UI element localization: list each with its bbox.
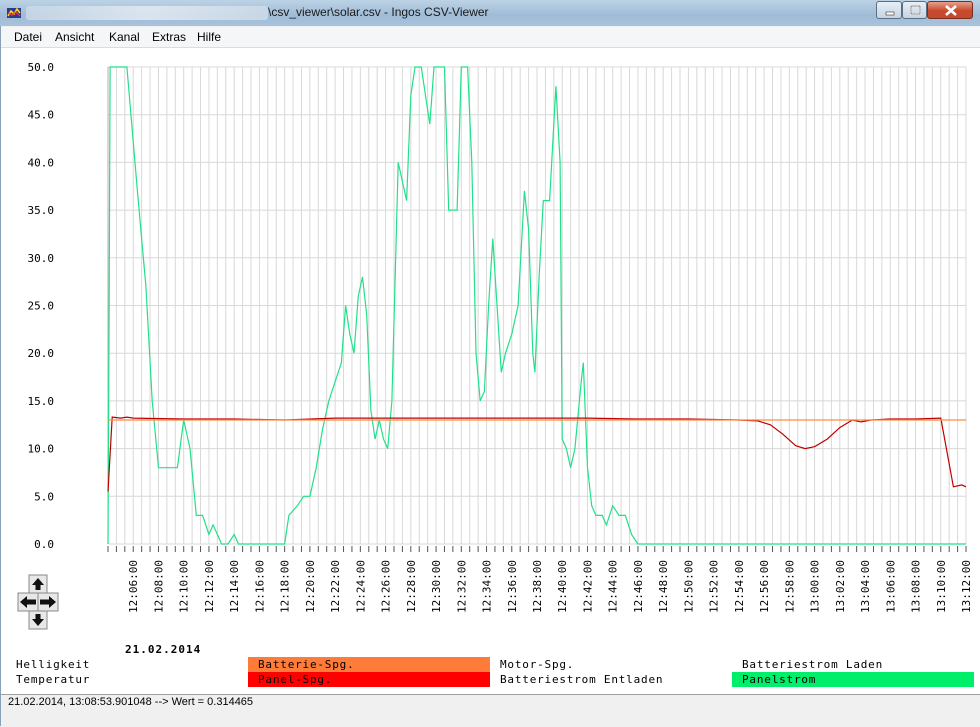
y-tick-label: 0.0 [34, 538, 54, 551]
arrow-left-icon[interactable] [17, 592, 39, 612]
y-tick-label: 20.0 [28, 347, 55, 360]
title-bar[interactable]: \csv_viewer\solar.csv - Ingos CSV-Viewer [0, 0, 980, 26]
legend-temperatur[interactable]: Temperatur [6, 672, 242, 687]
line-chart[interactable]: 0.0 5.0 10.0 15.0 20.0 25.0 30.0 35.0 40.0 45.0 50… [0, 48, 980, 694]
x-tick-label: 13:06:00 [884, 560, 897, 613]
x-tick-label: 12:10:00 [178, 560, 191, 613]
x-tick-label: 12:18:00 [279, 560, 292, 613]
x-tick-label: 12:20:00 [304, 560, 317, 613]
close-button[interactable] [927, 1, 973, 19]
y-tick-label: 25.0 [28, 300, 55, 313]
plot-area[interactable]: 0.0 5.0 10.0 15.0 20.0 25.0 30.0 35.0 40.0 45.0 50… [0, 48, 980, 694]
arrow-up-icon[interactable] [28, 574, 48, 594]
menu-ansicht[interactable]: Ansicht [55, 30, 94, 44]
x-tick-label: 12:50:00 [682, 560, 695, 613]
y-tick-label: 50.0 [28, 61, 55, 74]
date-label: 21.02.2014 [125, 643, 201, 656]
navigation-arrows [16, 573, 60, 635]
y-tick-label: 40.0 [28, 156, 55, 169]
x-tick-label: 12:28:00 [405, 560, 418, 613]
x-tick-label: 12:48:00 [657, 560, 670, 613]
x-tick-label: 12:06:00 [127, 560, 140, 613]
window-title: \csv_viewer\solar.csv - Ingos CSV-Viewer [268, 5, 489, 19]
x-tick-label: 12:34:00 [481, 560, 494, 613]
y-tick-label: 30.0 [28, 252, 55, 265]
x-tick-label: 12:40:00 [556, 560, 569, 613]
y-tick-label: 15.0 [28, 395, 55, 408]
arrow-right-icon[interactable] [37, 592, 59, 612]
x-tick-label: 12:30:00 [430, 560, 443, 613]
x-tick-label: 12:44:00 [607, 560, 620, 613]
x-tick-label: 12:52:00 [708, 560, 721, 613]
menu-kanal[interactable]: Kanal [109, 30, 140, 44]
y-tick-label: 35.0 [28, 204, 55, 217]
legend-batteriestrom-laden[interactable]: Batteriestrom Laden [732, 657, 974, 672]
x-tick-label: 12:12:00 [203, 560, 216, 613]
x-tick-label: 13:10:00 [935, 560, 948, 613]
arrow-down-icon[interactable] [28, 610, 48, 630]
x-tick-label: 12:14:00 [228, 560, 241, 613]
x-tick-label: 12:42:00 [581, 560, 594, 613]
app-icon [7, 7, 21, 18]
legend-panelstrom[interactable]: Panelstrom [732, 672, 974, 687]
status-bar: 21.02.2014, 13:08:53.901048 --> Wert = 0… [0, 694, 980, 727]
y-tick-label: 10.0 [28, 443, 55, 456]
status-text: 21.02.2014, 13:08:53.901048 --> Wert = 0… [8, 696, 254, 708]
maximize-button[interactable] [902, 1, 927, 19]
x-tick-label: 13:00:00 [809, 560, 822, 613]
app-window: \csv_viewer\solar.csv - Ingos CSV-Viewer… [0, 0, 980, 727]
x-tick-label: 12:16:00 [253, 560, 266, 613]
x-tick-label: 12:36:00 [506, 560, 519, 613]
x-tick-label: 12:46:00 [632, 560, 645, 613]
x-tick-label: 13:12:00 [960, 560, 973, 613]
x-tick-label: 12:26:00 [380, 560, 393, 613]
x-tick-label: 12:58:00 [783, 560, 796, 613]
menu-extras[interactable]: Extras [152, 30, 186, 44]
legend-motor-spg[interactable]: Motor-Spg. [490, 657, 732, 672]
x-tick-label: 13:04:00 [859, 560, 872, 613]
x-tick-label: 12:08:00 [152, 560, 165, 613]
legend-helligkeit[interactable]: Helligkeit [6, 657, 242, 672]
x-tick-label: 13:08:00 [910, 560, 923, 613]
x-tick-label: 12:24:00 [354, 560, 367, 613]
y-tick-label: 45.0 [28, 109, 55, 122]
x-tick-label: 12:56:00 [758, 560, 771, 613]
minimize-icon [885, 11, 895, 16]
x-tick-label: 13:02:00 [834, 560, 847, 613]
title-path-redacted [26, 6, 268, 20]
y-tick-label: 5.0 [34, 490, 54, 503]
x-tick-label: 12:32:00 [455, 560, 468, 613]
legend-batteriestrom-entladen[interactable]: Batteriestrom Entladen [490, 672, 732, 687]
minimize-button[interactable] [876, 1, 902, 19]
window-frame [0, 26, 1, 726]
x-tick-label: 12:38:00 [531, 560, 544, 613]
legend-batterie-spg[interactable]: Batterie-Spg. [248, 657, 490, 672]
close-icon [945, 5, 957, 16]
legend-panel-spg[interactable]: Panel-Spg. [248, 672, 490, 687]
menu-bar: Datei Ansicht Kanal Extras Hilfe [0, 27, 980, 48]
x-tick-label: 12:54:00 [733, 560, 746, 613]
restore-icon [910, 5, 921, 15]
menu-hilfe[interactable]: Hilfe [197, 30, 221, 44]
x-tick-label: 12:22:00 [329, 560, 342, 613]
menu-datei[interactable]: Datei [14, 30, 42, 44]
